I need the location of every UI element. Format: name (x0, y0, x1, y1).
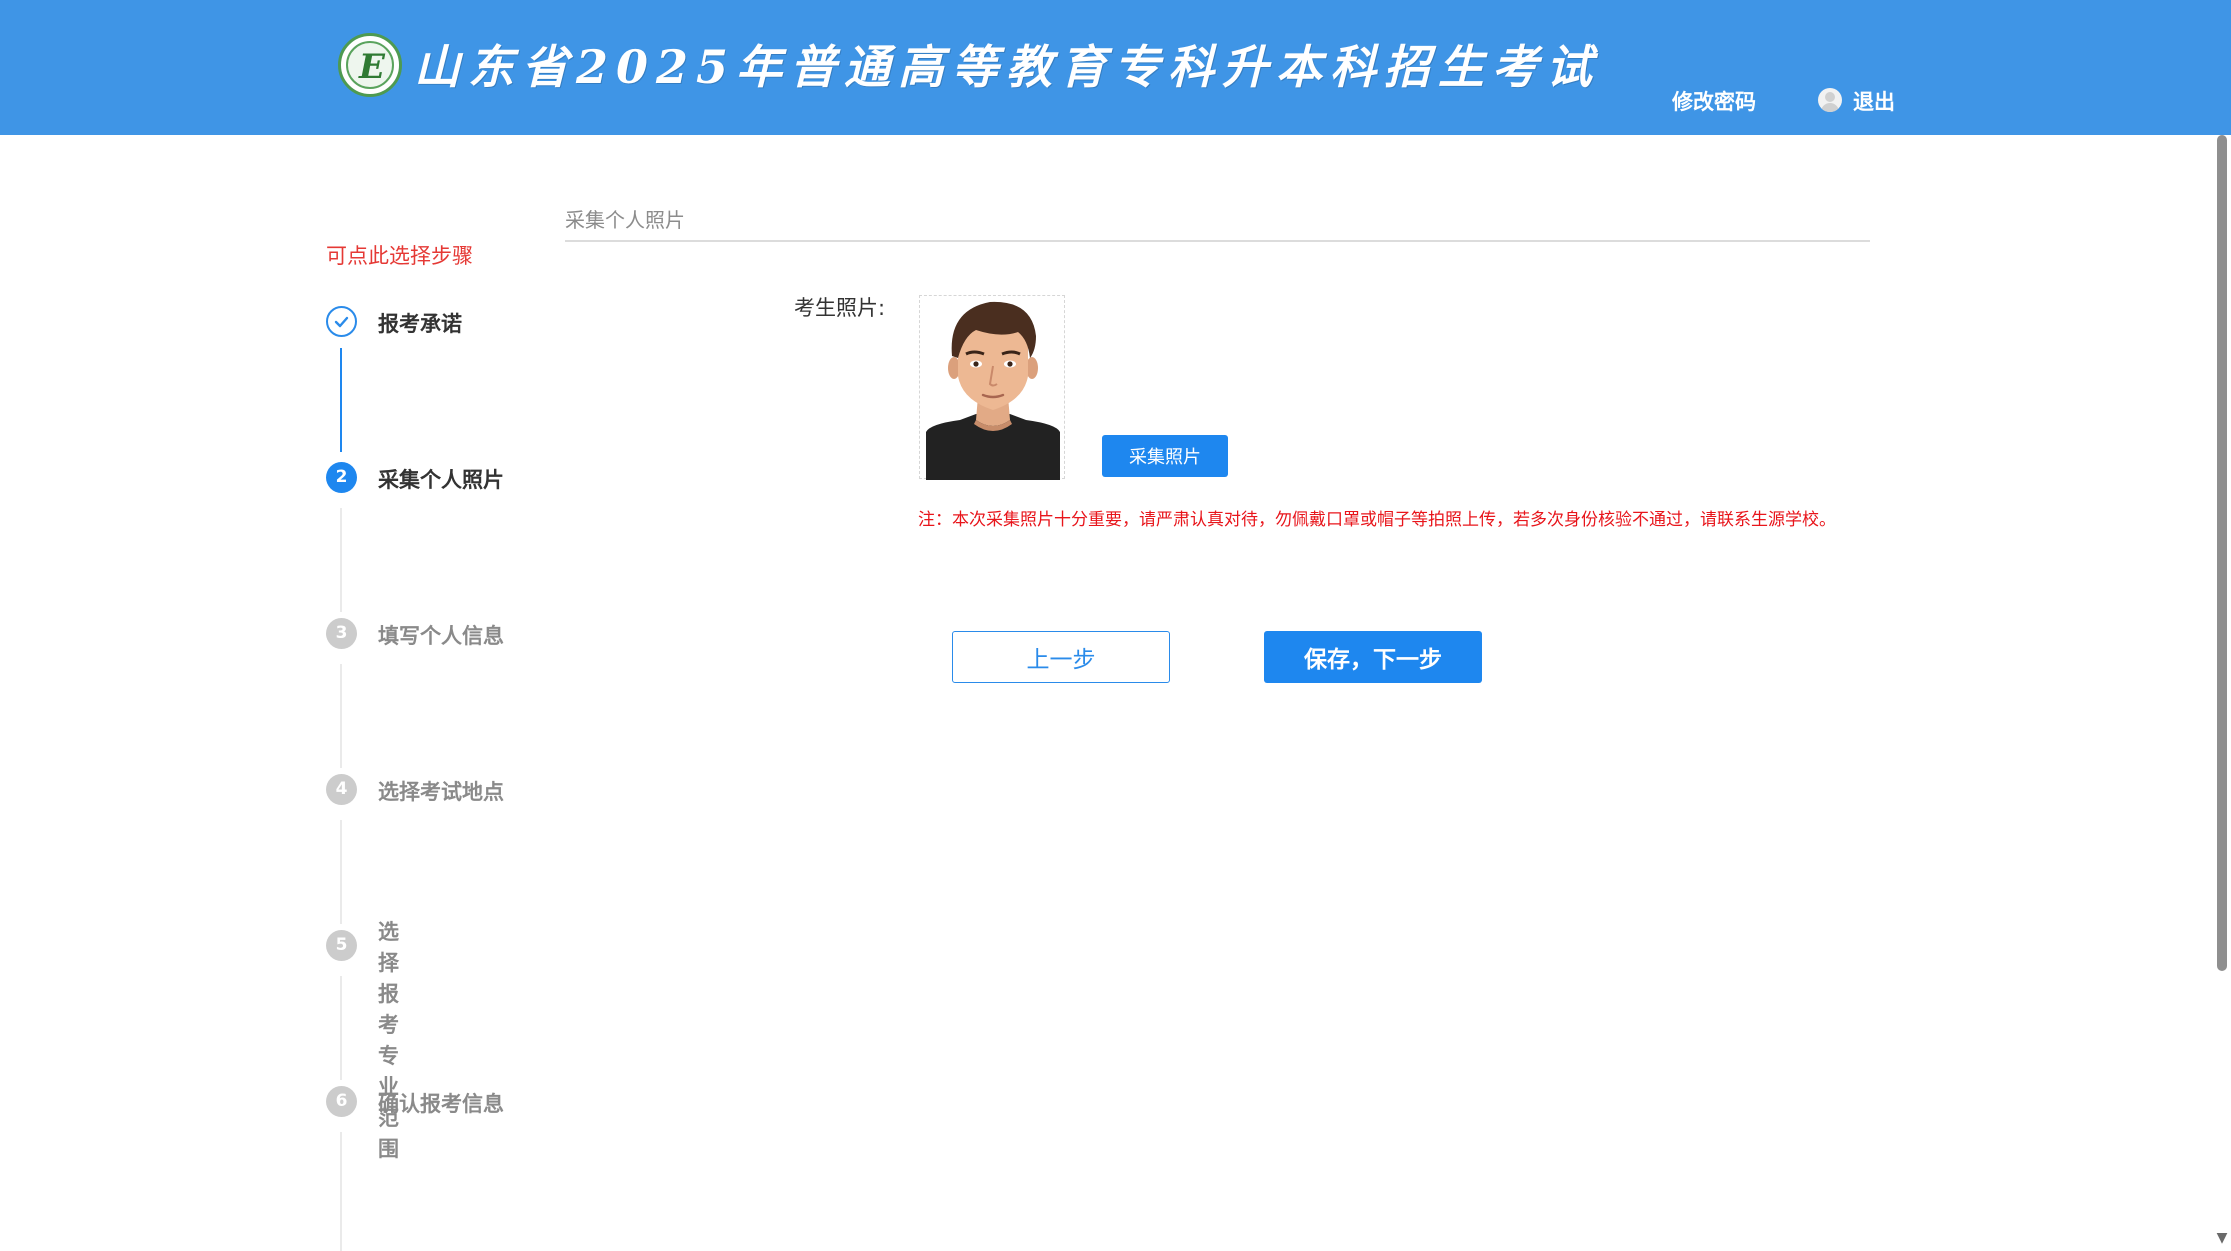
step-label: 填写个人信息 (378, 624, 504, 648)
logo-letter: E (359, 47, 385, 87)
step-number: 3 (326, 618, 357, 649)
photo-notice: 注：本次采集照片十分重要，请严肃认真对待，勿佩戴口罩或帽子等拍照上传，若多次身份… (918, 510, 1836, 530)
portrait-placeholder (919, 295, 1065, 480)
section-divider (565, 240, 1870, 242)
site-title: 山东省2025年普通高等教育专科升本科招生考试 (414, 40, 1601, 94)
step-connector (340, 348, 342, 452)
user-icon (1818, 88, 1842, 112)
step-connector (340, 820, 342, 924)
photo-label: 考生照片: (794, 296, 886, 320)
step-number: 5 (326, 930, 357, 961)
section-title: 采集个人照片 (565, 208, 685, 232)
logo-ring: E (346, 41, 394, 89)
step-connector (340, 664, 342, 768)
header-bar: E 山东省2025年普通高等教育专科升本科招生考试 修改密码 退出 (0, 0, 2231, 135)
previous-step-button[interactable]: 上一步 (952, 631, 1170, 683)
step-label: 报考承诺 (378, 312, 462, 336)
step-label: 选择报考专业 范围 (378, 920, 399, 1161)
save-next-button[interactable]: 保存，下一步 (1264, 631, 1482, 683)
exam-logo: E (338, 33, 402, 97)
step-label: 选择考试地点 (378, 780, 504, 804)
step-connector (340, 976, 342, 1080)
step-connector (340, 508, 342, 612)
step-number: 4 (326, 774, 357, 805)
step-hint: 可点此选择步骤 (326, 244, 473, 268)
logout-link[interactable]: 退出 (1853, 86, 1895, 116)
step-label: 确认报考信息 (378, 1092, 504, 1116)
change-password-link[interactable]: 修改密码 (1672, 86, 1756, 116)
step-number: 6 (326, 1086, 357, 1117)
scroll-down-icon[interactable]: ▼ (2214, 1230, 2230, 1246)
step-label: 采集个人照片 (378, 468, 504, 492)
step-connector (340, 1132, 342, 1251)
scrollbar-thumb[interactable] (2217, 135, 2227, 971)
check-icon (326, 306, 357, 337)
step-number: 2 (326, 462, 357, 493)
collect-photo-button[interactable]: 采集照片 (1102, 435, 1228, 477)
